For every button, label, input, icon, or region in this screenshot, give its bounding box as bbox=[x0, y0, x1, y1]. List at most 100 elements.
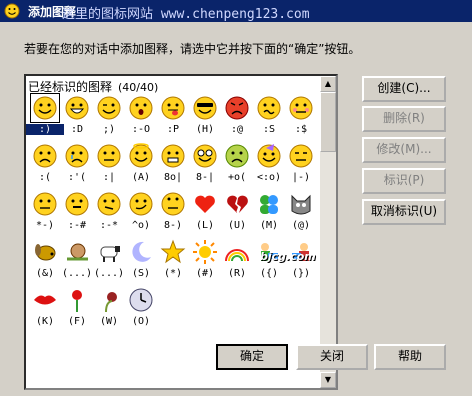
dog-face-icon bbox=[35, 244, 56, 261]
emoticon-item[interactable]: :'( bbox=[62, 142, 92, 188]
watermark-text: 这里的图标网站 www.chenpeng123.com bbox=[62, 7, 310, 22]
list-header-label: 已经标识的图释 bbox=[28, 80, 113, 94]
ok-button[interactable]: 确定 bbox=[216, 344, 288, 370]
scroll-thumb[interactable] bbox=[320, 92, 336, 152]
crying-icon bbox=[65, 144, 89, 168]
emoticon-item[interactable]: :( bbox=[30, 142, 60, 188]
emoticon-item[interactable]: (&) bbox=[30, 238, 60, 284]
star-icon bbox=[160, 239, 186, 264]
thinking-icon bbox=[33, 192, 57, 216]
emoticon-item[interactable]: (M) bbox=[254, 190, 284, 236]
eye-roll-icon bbox=[161, 192, 185, 216]
emoticon-item[interactable]: 8-| bbox=[190, 142, 220, 188]
create-button[interactable]: 创建(C)... bbox=[362, 76, 446, 102]
emoticon-code: :$ bbox=[294, 124, 308, 135]
help-button[interactable]: 帮助 bbox=[374, 344, 446, 370]
emoticon-item[interactable]: (R) bbox=[222, 238, 252, 284]
emoticon-item[interactable]: (W) bbox=[94, 286, 124, 332]
title-bar: 添加图释 这里的图标网站 www.chenpeng123.com bbox=[0, 0, 472, 22]
confused-icon bbox=[257, 96, 281, 120]
angel-icon bbox=[129, 143, 153, 168]
tongue-icon bbox=[161, 96, 185, 120]
close-button[interactable]: 关闭 bbox=[296, 344, 368, 370]
emoticon-item[interactable]: (S) bbox=[126, 238, 156, 284]
emoticon-item[interactable]: :D bbox=[62, 94, 92, 140]
messenger-icon bbox=[260, 195, 278, 214]
emoticon-item[interactable]: ;) bbox=[94, 94, 124, 140]
emoticon-item[interactable]: 8o| bbox=[158, 142, 188, 188]
emoticon-item[interactable]: (K) bbox=[30, 286, 60, 332]
sad-icon bbox=[33, 144, 57, 168]
clock-icon bbox=[129, 288, 153, 312]
sick-icon bbox=[225, 144, 249, 168]
red-rose-icon bbox=[72, 290, 82, 312]
emoticon-code: (O) bbox=[131, 316, 151, 327]
sun-icon bbox=[193, 240, 217, 264]
cat-face-icon bbox=[291, 194, 311, 215]
emoticon-item[interactable]: |-) bbox=[286, 142, 316, 188]
sleepy-icon bbox=[289, 144, 313, 168]
dont-tell-icon bbox=[65, 192, 89, 216]
snail-icon bbox=[67, 243, 88, 261]
emoticon-item[interactable]: ^o) bbox=[126, 190, 156, 236]
broken-heart-icon bbox=[227, 195, 248, 213]
emoticon-item[interactable]: :S bbox=[254, 94, 284, 140]
emoticon-item[interactable]: <:o) bbox=[254, 142, 284, 188]
emoticon-item[interactable]: :| bbox=[94, 142, 124, 188]
vertical-scrollbar[interactable]: ▲ ▼ bbox=[320, 76, 336, 388]
identify-button[interactable]: 标识(P) bbox=[362, 168, 446, 194]
emoticon-item[interactable]: (O) bbox=[126, 286, 156, 332]
emoticon-item[interactable]: (F) bbox=[62, 286, 92, 332]
emoticon-item[interactable]: :-* bbox=[94, 190, 124, 236]
list-header: 已经标识的图释 (40/40) bbox=[28, 78, 158, 95]
emoticon-item[interactable]: 8-) bbox=[158, 190, 188, 236]
baring-teeth-icon bbox=[161, 144, 185, 168]
emoticon-item[interactable]: (L) bbox=[190, 190, 220, 236]
secret-icon bbox=[97, 192, 121, 216]
red-heart-icon bbox=[195, 195, 215, 213]
instruction-text: 若要在您的对话中添加图释，请选中它并按下面的“确定”按钮。 bbox=[24, 42, 361, 56]
scroll-down-button[interactable]: ▼ bbox=[320, 372, 336, 388]
sarcastic-icon bbox=[129, 192, 153, 216]
cool-sunglasses-icon bbox=[193, 96, 217, 120]
list-count: (40/40) bbox=[118, 81, 159, 94]
big-grin-icon bbox=[65, 96, 89, 120]
modify-button[interactable]: 修改(M)... bbox=[362, 137, 446, 163]
emoticon-item[interactable]: :$ bbox=[286, 94, 316, 140]
emoticon-item[interactable]: :P bbox=[158, 94, 188, 140]
emoticon-item[interactable]: (...) bbox=[94, 238, 124, 284]
wilted-rose-icon bbox=[105, 292, 117, 313]
emoticon-list[interactable]: 已经标识的图释 (40/40) :):D;):-O:P (H):@:S :$ :(:'(… bbox=[24, 74, 338, 390]
emoticon-item[interactable]: (@) bbox=[286, 190, 316, 236]
emoticon-item[interactable]: *-) bbox=[30, 190, 60, 236]
emoticon-code: |-) bbox=[291, 172, 311, 183]
app-smiley-icon bbox=[4, 3, 20, 19]
smile-icon bbox=[30, 93, 60, 123]
angry-icon bbox=[225, 96, 249, 120]
emoticon-item[interactable]: (*) bbox=[158, 238, 188, 284]
disappointed-icon bbox=[97, 144, 121, 168]
emoticon-item[interactable]: (#) bbox=[190, 238, 220, 284]
emoticon-code: (}) bbox=[291, 268, 311, 279]
bjcg-watermark: bjcg.com bbox=[260, 250, 316, 263]
unidentify-button[interactable]: 取消标识(U) bbox=[362, 199, 446, 225]
scroll-up-button[interactable]: ▲ bbox=[320, 76, 336, 92]
emoticon-item[interactable]: :) bbox=[26, 93, 64, 140]
delete-button[interactable]: 删除(R) bbox=[362, 106, 446, 132]
red-lips-icon bbox=[34, 295, 56, 305]
wink-icon bbox=[97, 96, 121, 120]
emoticon-item[interactable]: :-O bbox=[126, 94, 156, 140]
emoticon-item[interactable]: (A) bbox=[126, 142, 156, 188]
embarrassed-icon bbox=[289, 96, 313, 120]
nerd-icon bbox=[193, 144, 217, 168]
emoticon-item[interactable]: (H) bbox=[190, 94, 220, 140]
surprised-icon bbox=[129, 96, 153, 120]
emoticon-code: (@) bbox=[291, 220, 311, 231]
emoticon-item[interactable]: (U) bbox=[222, 190, 252, 236]
emoticon-item[interactable]: :-# bbox=[62, 190, 92, 236]
emoticon-item[interactable]: :@ bbox=[222, 94, 252, 140]
emoticon-item[interactable]: +o( bbox=[222, 142, 252, 188]
sheep-icon bbox=[100, 246, 120, 262]
party-icon bbox=[257, 144, 281, 168]
emoticon-item[interactable]: (...) bbox=[62, 238, 92, 284]
